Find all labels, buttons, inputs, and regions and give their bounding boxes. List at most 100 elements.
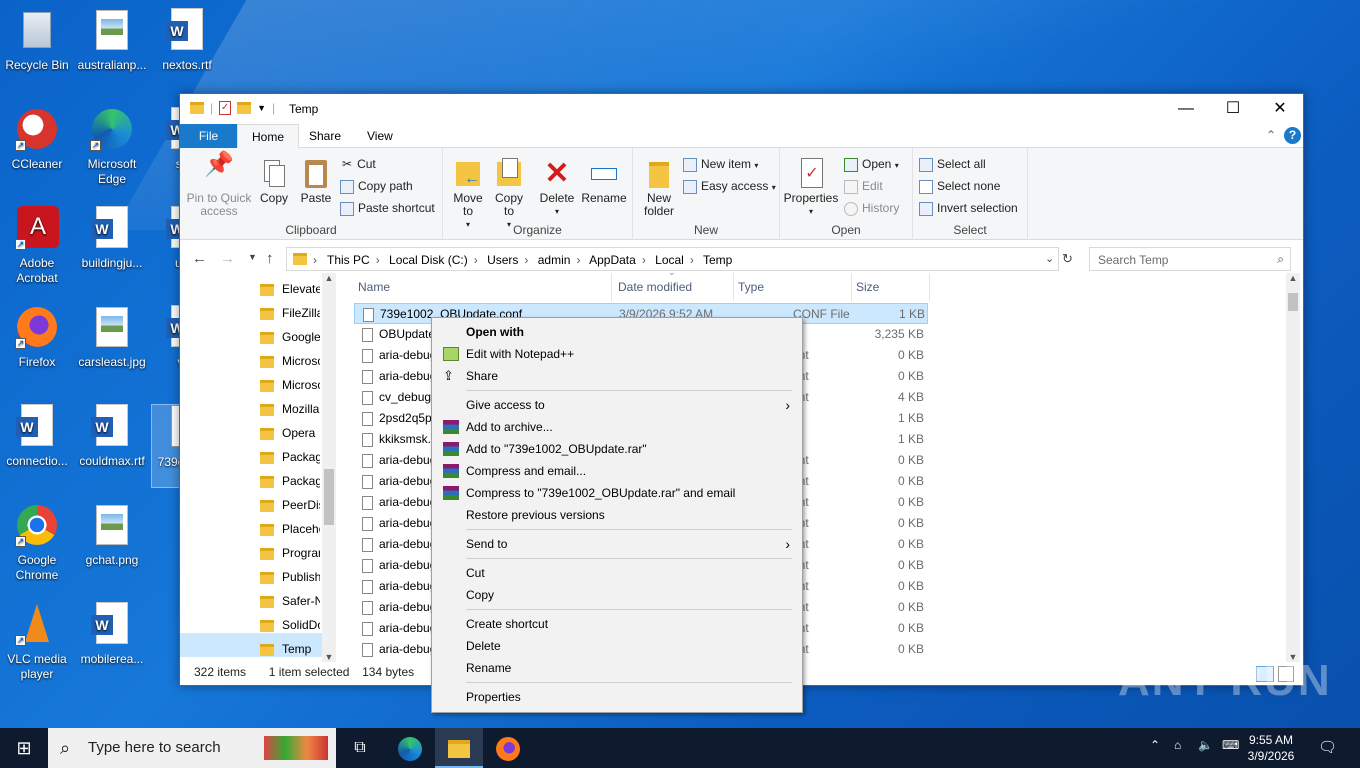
breadcrumb-local[interactable]: Local	[655, 253, 684, 267]
breadcrumb-users[interactable]: Users	[487, 253, 518, 267]
nav-item[interactable]: Placeho	[260, 517, 320, 541]
edit-button[interactable]: Edit	[844, 176, 883, 196]
desktop-icon-vlc[interactable]: ↗ VLC media player	[1, 602, 73, 682]
search-input[interactable]: Search Temp ⌕	[1089, 247, 1291, 271]
scroll-thumb[interactable]	[324, 469, 334, 525]
menu-item-copy[interactable]: Copy	[434, 584, 800, 606]
desktop-icon-gchat[interactable]: gchat.png	[76, 503, 148, 568]
desktop-icon-australianp[interactable]: australianp...	[76, 8, 148, 73]
menu-item-cut[interactable]: Cut	[434, 562, 800, 584]
tab-file[interactable]: File	[180, 124, 237, 148]
nav-item[interactable]: Publish	[260, 565, 320, 589]
scroll-thumb[interactable]	[1288, 293, 1298, 311]
desktop-icon-carsleast[interactable]: carsleast.jpg	[76, 305, 148, 370]
desktop-icon-connectio[interactable]: W connectio...	[1, 404, 73, 469]
nav-item[interactable]: SolidDo	[260, 613, 320, 637]
menu-item-delete[interactable]: Delete	[434, 635, 800, 657]
properties-check-icon[interactable]: ✓	[219, 101, 232, 115]
scroll-up-icon[interactable]: ▲	[322, 273, 336, 283]
maximize-button[interactable]: ☐	[1210, 94, 1256, 124]
scroll-up-icon[interactable]: ▲	[1286, 273, 1300, 283]
show-hidden-icons-icon[interactable]: ⌃	[1150, 738, 1160, 752]
breadcrumb-temp[interactable]: Temp	[703, 253, 732, 267]
menu-item-compress-email[interactable]: Compress and email...	[434, 460, 800, 482]
open-button[interactable]: Open ▾	[844, 154, 899, 174]
nav-item[interactable]: Elevate	[260, 277, 320, 301]
copy-to-button[interactable]: Copy to ▾	[491, 158, 527, 231]
taskbar-clock[interactable]: 9:55 AM 3/9/2026	[1236, 732, 1306, 764]
up-arrow-icon[interactable]: ↑	[266, 250, 274, 267]
new-folder-button[interactable]: New folder	[639, 158, 679, 218]
edge-taskbar-icon[interactable]	[386, 728, 434, 768]
desktop-icon-nextos[interactable]: W nextos.rtf	[151, 8, 223, 73]
desktop-icon-firefox[interactable]: ↗ Firefox	[1, 305, 73, 370]
forward-arrow-icon[interactable]: →	[220, 250, 235, 267]
nav-item[interactable]: Microso	[260, 373, 320, 397]
nav-item[interactable]: Opera	[260, 421, 320, 445]
desktop-icon-buildingju[interactable]: W buildingju...	[76, 206, 148, 271]
close-button[interactable]: ✕	[1257, 94, 1303, 124]
select-all-button[interactable]: Select all	[919, 154, 986, 174]
column-header-name[interactable]: Name	[354, 273, 612, 301]
menu-item-add-to-rar[interactable]: Add to "739e1002_OBUpdate.rar"	[434, 438, 800, 460]
scroll-down-icon[interactable]: ▼	[322, 652, 336, 662]
easy-access-button[interactable]: Easy access ▾	[683, 176, 776, 196]
back-arrow-icon[interactable]: ←	[192, 250, 207, 267]
desktop-icon-mobilerea[interactable]: W mobilerea...	[76, 602, 148, 667]
taskbar-search-box[interactable]: ⌕ Type here to search	[48, 728, 336, 768]
collapse-ribbon-icon[interactable]: ⌃	[1266, 128, 1276, 142]
nav-item[interactable]: Program	[260, 541, 320, 565]
breadcrumb-appdata[interactable]: AppData	[589, 253, 636, 267]
desktop-icon-ccleaner[interactable]: ↗ CCleaner	[1, 107, 73, 172]
file-list-scrollbar[interactable]: ▲ ▼	[1286, 273, 1300, 662]
pin-to-quick-access-button[interactable]: 📌 Pin to Quick access	[186, 153, 252, 218]
desktop-icon-edge[interactable]: ↗ Microsoft Edge	[76, 107, 148, 187]
breadcrumb-this-pc[interactable]: This PC	[327, 253, 370, 267]
network-icon[interactable]: ⌂	[1174, 738, 1181, 752]
menu-item-compress-rar-email[interactable]: Compress to "739e1002_OBUpdate.rar" and …	[434, 482, 800, 504]
help-icon[interactable]: ?	[1284, 127, 1301, 144]
menu-item-give-access[interactable]: Give access to ›	[434, 394, 800, 416]
rename-button[interactable]: Rename	[581, 158, 627, 205]
paste-button[interactable]: Paste	[296, 158, 336, 205]
tab-home[interactable]: Home	[237, 124, 300, 148]
nav-scrollbar[interactable]: ▲ ▼	[322, 273, 336, 662]
menu-item-edit-notepad[interactable]: Edit with Notepad++	[434, 343, 800, 365]
tab-view[interactable]: View	[353, 124, 407, 148]
invert-selection-button[interactable]: Invert selection	[919, 198, 1018, 218]
file-explorer-taskbar-icon[interactable]	[435, 728, 483, 768]
tab-share[interactable]: Share	[295, 124, 355, 148]
firefox-taskbar-icon[interactable]	[484, 728, 532, 768]
address-dropdown-icon[interactable]: ⌄	[1045, 252, 1054, 265]
start-button[interactable]: ⊞	[0, 728, 48, 768]
copy-button[interactable]: Copy	[256, 158, 292, 205]
refresh-icon[interactable]: ↻	[1062, 251, 1073, 267]
cut-button[interactable]: ✂ Cut	[342, 154, 376, 174]
desktop-icon-couldmax[interactable]: W couldmax.rtf	[76, 404, 148, 469]
history-button[interactable]: History	[844, 198, 899, 218]
nav-item[interactable]: Mozilla	[260, 397, 320, 421]
minimize-button[interactable]: —	[1163, 94, 1209, 124]
paste-shortcut-button[interactable]: Paste shortcut	[340, 198, 435, 218]
copy-path-button[interactable]: Copy path	[340, 176, 413, 196]
nav-item[interactable]: PeerDis	[260, 493, 320, 517]
menu-item-create-shortcut[interactable]: Create shortcut	[434, 613, 800, 635]
desktop-icon-acrobat[interactable]: A ↗ Adobe Acrobat	[1, 206, 73, 286]
properties-button[interactable]: ✓ Properties ▾	[782, 158, 840, 218]
menu-item-send-to[interactable]: Send to ›	[434, 533, 800, 555]
menu-item-restore-versions[interactable]: Restore previous versions	[434, 504, 800, 526]
nav-item-temp[interactable]: Temp	[260, 637, 320, 661]
menu-item-properties[interactable]: Properties	[434, 686, 800, 708]
volume-icon[interactable]: 🔈	[1198, 738, 1213, 752]
new-folder-icon[interactable]	[237, 102, 252, 114]
nav-item[interactable]: Safer-N	[260, 589, 320, 613]
notifications-icon[interactable]: 🗨	[1318, 738, 1337, 756]
new-item-button[interactable]: New item ▾	[683, 154, 758, 174]
menu-item-add-to-archive[interactable]: Add to archive...	[434, 416, 800, 438]
breadcrumb-local-disk[interactable]: Local Disk (C:)	[389, 253, 468, 267]
menu-item-rename[interactable]: Rename	[434, 657, 800, 679]
column-header-size[interactable]: Size	[852, 273, 930, 301]
nav-item[interactable]: Google	[260, 325, 320, 349]
nav-item[interactable]: FileZilla	[260, 301, 320, 325]
move-to-button[interactable]: ← Move to ▾	[451, 158, 485, 231]
